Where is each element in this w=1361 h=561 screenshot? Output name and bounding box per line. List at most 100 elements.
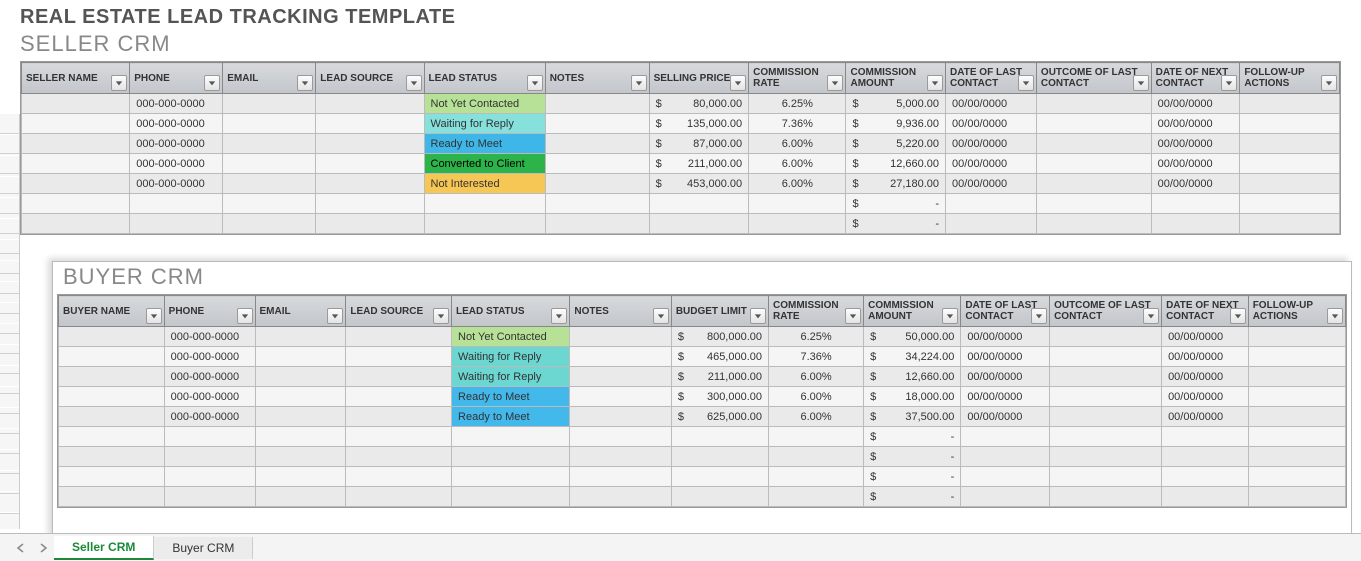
cell-price[interactable]: $453,000.00: [649, 174, 749, 194]
cell-followup-actions[interactable]: [1248, 347, 1345, 367]
cell-date-next-contact[interactable]: 00/00/0000: [1151, 134, 1240, 154]
cell-followup-actions[interactable]: [1240, 154, 1340, 174]
cell-notes[interactable]: [570, 447, 671, 467]
column-header[interactable]: COMMISSION RATE: [769, 296, 864, 327]
filter-dropdown-icon[interactable]: [327, 308, 343, 324]
cell-phone[interactable]: 000-000-0000: [130, 114, 223, 134]
cell-date-last-contact[interactable]: 00/00/0000: [961, 387, 1050, 407]
cell-date-next-contact[interactable]: [1151, 194, 1240, 214]
cell-lead-source[interactable]: [346, 487, 452, 507]
cell-commission-amount[interactable]: $-: [864, 447, 961, 467]
cell-price[interactable]: $625,000.00: [671, 407, 768, 427]
cell-lead-source[interactable]: [346, 347, 452, 367]
cell-notes[interactable]: [570, 467, 671, 487]
cell-rate[interactable]: [769, 427, 864, 447]
cell-followup-actions[interactable]: [1248, 367, 1345, 387]
cell-phone[interactable]: [164, 487, 255, 507]
cell-outcome-last-contact[interactable]: [1036, 194, 1151, 214]
cell-date-last-contact[interactable]: 00/00/0000: [961, 347, 1050, 367]
cell-notes[interactable]: [545, 194, 649, 214]
cell-lead-source[interactable]: [316, 194, 424, 214]
cell-rate[interactable]: 6.00%: [769, 387, 864, 407]
cell-name[interactable]: [59, 467, 165, 487]
cell-commission-amount[interactable]: $-: [864, 427, 961, 447]
cell-commission-amount[interactable]: $9,936.00: [846, 114, 946, 134]
cell-rate[interactable]: 6.25%: [769, 327, 864, 347]
filter-dropdown-icon[interactable]: [297, 75, 313, 91]
cell-date-next-contact[interactable]: 00/00/0000: [1151, 114, 1240, 134]
cell-date-next-contact[interactable]: 00/00/0000: [1162, 407, 1249, 427]
cell-notes[interactable]: [545, 174, 649, 194]
filter-dropdown-icon[interactable]: [942, 308, 958, 324]
column-header[interactable]: SELLING PRICE: [649, 63, 749, 94]
cell-outcome-last-contact[interactable]: [1036, 214, 1151, 234]
cell-followup-actions[interactable]: [1248, 447, 1345, 467]
cell-lead-status[interactable]: Waiting for Reply: [452, 347, 570, 367]
column-header[interactable]: OUTCOME OF LAST CONTACT: [1050, 296, 1162, 327]
cell-price[interactable]: $800,000.00: [671, 327, 768, 347]
cell-email[interactable]: [255, 367, 346, 387]
cell-date-last-contact[interactable]: 00/00/0000: [961, 367, 1050, 387]
filter-dropdown-icon[interactable]: [631, 75, 647, 91]
column-header[interactable]: NOTES: [570, 296, 671, 327]
cell-lead-status[interactable]: Ready to Meet: [452, 387, 570, 407]
filter-dropdown-icon[interactable]: [237, 308, 253, 324]
cell-email[interactable]: [223, 114, 316, 134]
cell-phone[interactable]: 000-000-0000: [130, 134, 223, 154]
cell-outcome-last-contact[interactable]: [1050, 387, 1162, 407]
cell-rate[interactable]: 6.00%: [769, 407, 864, 427]
cell-rate[interactable]: 7.36%: [769, 347, 864, 367]
cell-price[interactable]: [671, 447, 768, 467]
column-header[interactable]: DATE OF LAST CONTACT: [946, 63, 1037, 94]
cell-lead-source[interactable]: [316, 174, 424, 194]
cell-name[interactable]: [22, 194, 130, 214]
cell-lead-source[interactable]: [316, 134, 424, 154]
cell-date-last-contact[interactable]: 00/00/0000: [961, 407, 1050, 427]
filter-dropdown-icon[interactable]: [551, 308, 567, 324]
cell-date-last-contact[interactable]: 00/00/0000: [946, 94, 1037, 114]
cell-lead-status[interactable]: [452, 467, 570, 487]
cell-lead-source[interactable]: [316, 114, 424, 134]
cell-price[interactable]: [649, 214, 749, 234]
cell-notes[interactable]: [570, 367, 671, 387]
column-header[interactable]: EMAIL: [255, 296, 346, 327]
cell-followup-actions[interactable]: [1248, 387, 1345, 407]
cell-outcome-last-contact[interactable]: [1050, 467, 1162, 487]
cell-outcome-last-contact[interactable]: [1050, 407, 1162, 427]
cell-notes[interactable]: [545, 214, 649, 234]
cell-date-next-contact[interactable]: [1151, 214, 1240, 234]
cell-followup-actions[interactable]: [1248, 467, 1345, 487]
cell-price[interactable]: $211,000.00: [671, 367, 768, 387]
cell-price[interactable]: [671, 487, 768, 507]
cell-outcome-last-contact[interactable]: [1050, 327, 1162, 347]
tab-nav-next-icon[interactable]: [38, 543, 48, 553]
cell-email[interactable]: [223, 214, 316, 234]
column-header[interactable]: PHONE: [130, 63, 223, 94]
column-header[interactable]: LEAD SOURCE: [316, 63, 424, 94]
cell-lead-status[interactable]: Not Yet Contacted: [452, 327, 570, 347]
cell-email[interactable]: [255, 467, 346, 487]
cell-date-next-contact[interactable]: [1162, 487, 1249, 507]
filter-dropdown-icon[interactable]: [1230, 308, 1246, 324]
cell-outcome-last-contact[interactable]: [1036, 94, 1151, 114]
cell-notes[interactable]: [570, 487, 671, 507]
cell-lead-source[interactable]: [346, 367, 452, 387]
cell-date-last-contact[interactable]: 00/00/0000: [946, 114, 1037, 134]
cell-phone[interactable]: 000-000-0000: [130, 94, 223, 114]
tab-buyer-crm[interactable]: Buyer CRM: [154, 537, 253, 559]
cell-name[interactable]: [59, 447, 165, 467]
cell-commission-amount[interactable]: $12,660.00: [846, 154, 946, 174]
cell-date-last-contact[interactable]: [961, 427, 1050, 447]
cell-rate[interactable]: 7.36%: [749, 114, 846, 134]
cell-commission-amount[interactable]: $5,220.00: [846, 134, 946, 154]
cell-email[interactable]: [223, 134, 316, 154]
cell-commission-amount[interactable]: $18,000.00: [864, 387, 961, 407]
cell-name[interactable]: [59, 327, 165, 347]
cell-commission-amount[interactable]: $12,660.00: [864, 367, 961, 387]
filter-dropdown-icon[interactable]: [204, 75, 220, 91]
cell-date-last-contact[interactable]: [961, 467, 1050, 487]
cell-rate[interactable]: 6.00%: [749, 134, 846, 154]
filter-dropdown-icon[interactable]: [730, 75, 746, 91]
cell-name[interactable]: [22, 134, 130, 154]
cell-outcome-last-contact[interactable]: [1036, 134, 1151, 154]
